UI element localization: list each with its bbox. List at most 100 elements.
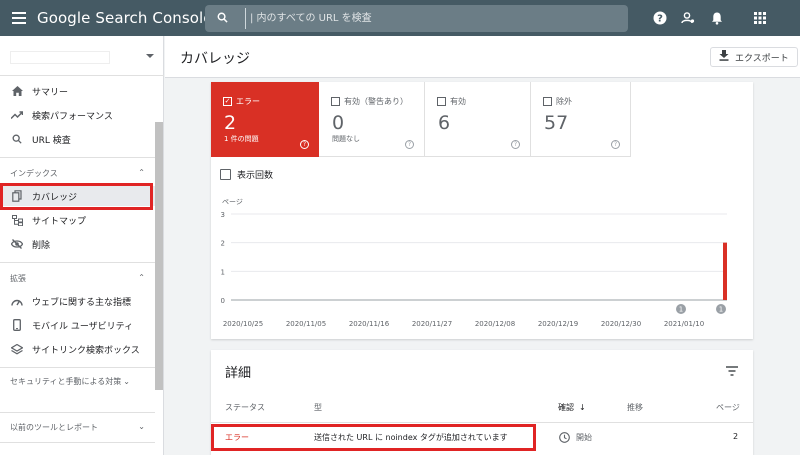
divider xyxy=(0,367,155,368)
tile-header: 有効（警告あり） xyxy=(331,96,408,107)
row-pages: 2 xyxy=(733,432,739,441)
y-axis-label: ページ xyxy=(222,198,243,206)
divider xyxy=(0,157,155,158)
tile-excluded[interactable]: 除外 57 ? xyxy=(531,82,631,157)
section-legacy-header[interactable]: 以前のツールとレポート ⌄ xyxy=(10,422,145,433)
tile-count: 2 xyxy=(224,112,237,134)
menu-icon[interactable] xyxy=(12,12,26,24)
filter-icon[interactable] xyxy=(726,366,738,376)
sidebar-item-summary[interactable]: サマリー xyxy=(0,81,155,101)
sidebar-item-label: モバイル ユーザビリティ xyxy=(32,321,134,332)
sidebar-item-label: サマリー xyxy=(32,87,69,98)
chevron-up-icon[interactable]: ⌃ xyxy=(138,168,145,179)
export-button[interactable]: エクスポート xyxy=(710,47,798,67)
checkbox-icon[interactable] xyxy=(331,97,340,106)
help-icon[interactable]: ? xyxy=(511,140,520,149)
account-settings-icon[interactable] xyxy=(680,10,696,26)
sidebar-item-label: 検索パフォーマンス xyxy=(32,111,113,122)
section-security-header[interactable]: セキュリティと手動による対策 ⌄ xyxy=(10,376,130,388)
tile-count: 6 xyxy=(438,112,451,134)
help-icon[interactable]: ? xyxy=(300,140,309,149)
home-icon xyxy=(10,84,24,98)
tile-error[interactable]: ✓ エラー 2 1 件の問題 ? xyxy=(211,82,319,157)
sidebar-item-removals[interactable]: 削除 xyxy=(0,234,155,254)
chevron-down-icon[interactable] xyxy=(146,54,154,58)
chevron-up-icon[interactable]: ⌃ xyxy=(138,273,145,284)
section-enhancements-header[interactable]: 拡張 ⌃ xyxy=(10,273,145,284)
chart-grid: 0 1 2 3 xyxy=(221,211,727,305)
sitemap-icon xyxy=(10,213,24,227)
chart-bars xyxy=(723,242,727,300)
y-tick-label: 3 xyxy=(221,211,225,219)
chevron-down-icon[interactable]: ⌄ xyxy=(123,376,130,388)
top-app-bar: Google Search Console ? xyxy=(0,0,800,36)
checkbox-icon[interactable] xyxy=(543,97,552,106)
checkbox-icon[interactable] xyxy=(437,97,446,106)
highlight-annotation xyxy=(0,183,153,210)
column-header-status[interactable]: ステータス xyxy=(225,402,265,413)
tile-valid[interactable]: 有効 6 ? xyxy=(425,82,531,157)
divider xyxy=(0,412,155,413)
column-header-validation[interactable]: 確認 ↓ xyxy=(558,402,586,413)
column-header-pages[interactable]: ページ xyxy=(716,402,740,413)
sidebar-item-performance[interactable]: 検索パフォーマンス xyxy=(0,105,155,125)
sidebar-item-url-inspection[interactable]: URL 検査 xyxy=(0,129,155,149)
section-index-header[interactable]: インデックス ⌃ xyxy=(10,168,145,179)
sidebar-item-sitelinks-searchbox[interactable]: サイトリンク検索ボックス xyxy=(0,339,155,359)
property-value xyxy=(10,51,110,64)
tile-count: 57 xyxy=(544,112,569,134)
svg-text:?: ? xyxy=(657,14,663,25)
tile-sub: 1 件の問題 xyxy=(224,135,259,143)
divider xyxy=(211,422,753,423)
annotation-label: 1 xyxy=(679,306,683,314)
url-inspection-search[interactable] xyxy=(205,5,628,32)
tile-label: 有効 xyxy=(450,97,466,106)
sidebar-item-core-web-vitals[interactable]: ウェブに関する主な指標 xyxy=(0,291,155,311)
trending-up-icon xyxy=(10,108,24,122)
arrow-down-icon: ↓ xyxy=(579,403,586,412)
tile-label: エラー xyxy=(236,97,260,106)
search-icon xyxy=(10,132,24,146)
search-icon[interactable] xyxy=(217,12,228,23)
notifications-icon[interactable] xyxy=(709,10,725,26)
checkbox-icon[interactable] xyxy=(220,169,231,180)
section-title: セキュリティと手動による対策 xyxy=(10,377,122,386)
sidebar-item-label: 削除 xyxy=(32,240,51,251)
impressions-toggle[interactable]: 表示回数 xyxy=(220,168,273,181)
speed-icon xyxy=(10,294,24,308)
tile-count: 0 xyxy=(332,112,345,134)
sidebar-item-label: サイトマップ xyxy=(32,216,87,227)
tile-header: ✓ エラー xyxy=(223,96,260,107)
download-icon xyxy=(719,50,729,64)
help-icon[interactable]: ? xyxy=(405,140,414,149)
sidebar-item-label: ウェブに関する主な指標 xyxy=(32,297,132,308)
tile-label: 有効（警告あり） xyxy=(344,97,408,106)
annotation-marker: 1 xyxy=(716,304,726,314)
tile-sub: 問題なし xyxy=(332,135,360,143)
clock-icon xyxy=(559,432,570,443)
impressions-label: 表示回数 xyxy=(237,171,274,181)
column-header-type[interactable]: 型 xyxy=(314,402,322,413)
checkbox-checked-icon[interactable]: ✓ xyxy=(223,97,232,106)
search-input[interactable] xyxy=(245,8,615,29)
help-icon[interactable]: ? xyxy=(611,140,620,149)
sidebar-item-mobile-usability[interactable]: モバイル ユーザビリティ xyxy=(0,315,155,335)
tile-header: 除外 xyxy=(543,96,572,107)
row-validation[interactable]: 開始 xyxy=(559,432,592,443)
section-title: 拡張 xyxy=(10,274,26,283)
sidebar-item-label: URL 検査 xyxy=(32,135,71,146)
apps-grid-icon[interactable] xyxy=(752,10,768,26)
help-icon[interactable]: ? xyxy=(652,10,668,26)
sidebar-scrollbar[interactable] xyxy=(155,122,163,390)
sidebar-item-sitemaps[interactable]: サイトマップ xyxy=(0,210,155,230)
x-tick-label: 2020/10/25 xyxy=(223,320,263,328)
app-title[interactable]: Google Search Console xyxy=(37,9,213,27)
page-header: カバレッジ エクスポート xyxy=(165,36,800,78)
property-selector[interactable] xyxy=(0,36,164,76)
tile-valid-warning[interactable]: 有効（警告あり） 0 問題なし ? xyxy=(319,82,425,157)
export-label: エクスポート xyxy=(735,53,789,64)
x-tick-label: 2020/11/05 xyxy=(286,320,326,328)
x-tick-label: 2020/11/27 xyxy=(412,320,452,328)
column-header-trend[interactable]: 推移 xyxy=(627,402,643,413)
chevron-down-icon[interactable]: ⌄ xyxy=(138,422,145,433)
